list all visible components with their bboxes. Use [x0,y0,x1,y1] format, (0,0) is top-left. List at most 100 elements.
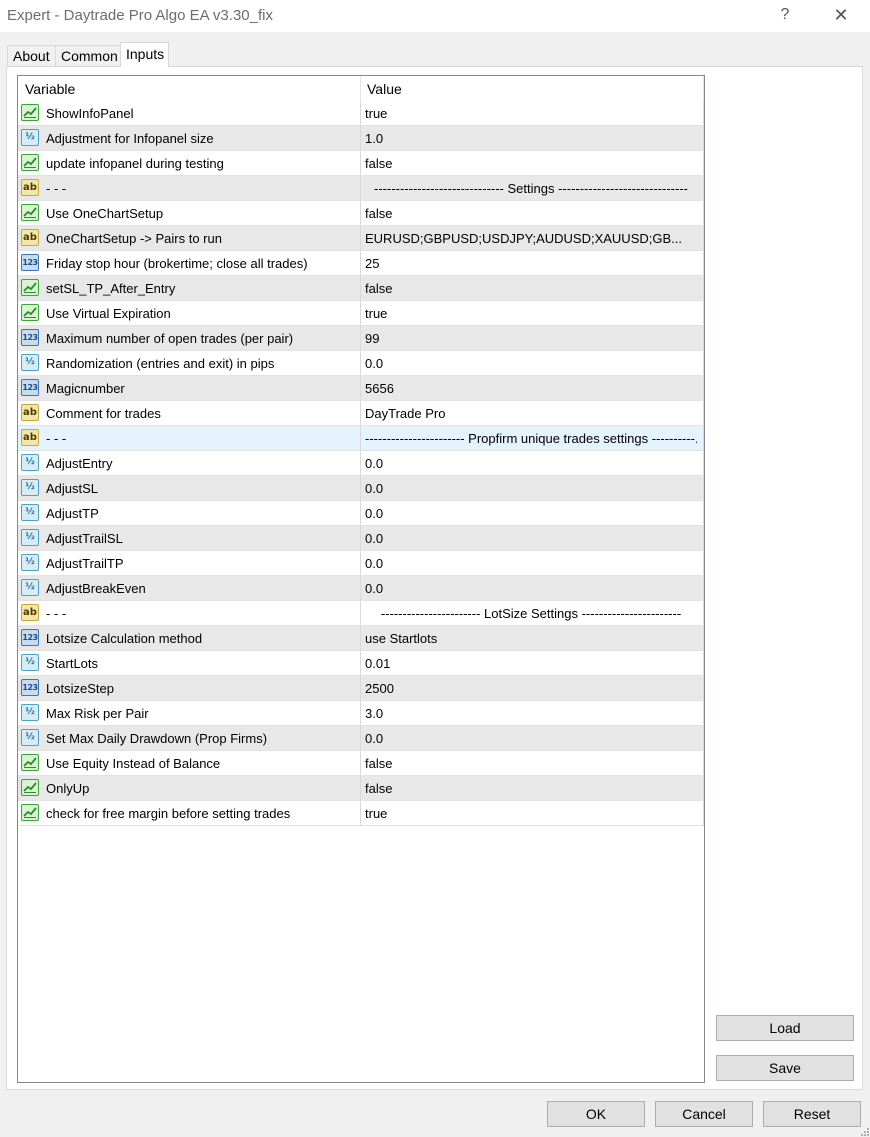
value-cell[interactable]: false [365,756,697,771]
cell-divider [703,226,704,250]
reset-button[interactable]: Reset [763,1101,861,1127]
string-icon: ab [21,429,39,446]
table-row[interactable]: ab Comment for trades DayTrade Pro [18,401,704,426]
column-divider[interactable] [360,76,361,101]
value-cell[interactable]: 0.01 [365,656,697,671]
table-row[interactable]: 123 LotsizeStep 2500 [18,676,704,701]
table-row[interactable]: ½ AdjustTrailTP 0.0 [18,551,704,576]
table-row[interactable]: ab - - - ----------------------- Propfirm … [18,426,704,451]
variable-name: Set Max Daily Drawdown (Prop Firms) [46,731,268,746]
table-row[interactable]: setSL_TP_After_Entry false [18,276,704,301]
table-row[interactable]: ab OneChartSetup -> Pairs to run EURUSD;GB… [18,226,704,251]
value-cell[interactable]: 1.0 [365,131,697,146]
table-row[interactable]: OnlyUp false [18,776,704,801]
load-button[interactable]: Load [716,1015,854,1041]
table-row[interactable]: ½ StartLots 0.01 [18,651,704,676]
value-cell[interactable]: 0.0 [365,356,697,371]
close-button[interactable]: ✕ [818,0,864,32]
variable-name: - - - [46,181,67,196]
table-row[interactable]: ½ AdjustSL 0.0 [18,476,704,501]
cell-divider [703,376,704,400]
table-row[interactable]: ½ AdjustTrailSL 0.0 [18,526,704,551]
variable-name: Friday stop hour (brokertime; close all … [46,256,308,271]
value-cell[interactable]: ----------------------- Propfirm unique … [365,431,697,446]
cell-divider [360,326,361,350]
column-divider[interactable] [703,76,704,101]
table-row[interactable]: ½ Adjustment for Infopanel size 1.0 [18,126,704,151]
variable-name: Magicnumber [46,381,125,396]
value-cell[interactable]: 2500 [365,681,697,696]
tab-about[interactable]: About [7,45,57,67]
table-row[interactable]: update infopanel during testing false [18,151,704,176]
value-cell[interactable]: false [365,781,697,796]
value-cell[interactable]: 3.0 [365,706,697,721]
help-button[interactable]: ? [762,0,808,32]
table-row[interactable]: ab - - - ------------------------------ Se… [18,176,704,201]
variable-name: Use OneChartSetup [46,206,164,221]
table-row[interactable]: Use OneChartSetup false [18,201,704,226]
table-row[interactable]: ½ Max Risk per Pair 3.0 [18,701,704,726]
table-row[interactable]: 123 Friday stop hour (brokertime; close a… [18,251,704,276]
table-row[interactable]: 123 Magicnumber 5656 [18,376,704,401]
value-cell[interactable]: 0.0 [365,581,697,596]
table-row[interactable]: 123 Maximum number of open trades (per pa… [18,326,704,351]
cell-divider [360,501,361,525]
value-cell[interactable]: 0.0 [365,731,697,746]
string-icon: ab [21,229,39,246]
double-icon: ½ [21,129,39,146]
table-row[interactable]: 123 Lotsize Calculation method use Startlo… [18,626,704,651]
value-cell[interactable]: true [365,806,697,821]
value-cell[interactable]: true [365,106,697,121]
value-cell[interactable]: 0.0 [365,481,697,496]
variable-name: Lotsize Calculation method [46,631,203,646]
value-cell[interactable]: 0.0 [365,556,697,571]
value-cell[interactable]: DayTrade Pro [365,406,697,421]
table-row[interactable]: Use Virtual Expiration true [18,301,704,326]
column-header-value[interactable]: Value [367,81,402,97]
table-row[interactable]: ab - - - ----------------------- LotSize S… [18,601,704,626]
value-cell[interactable]: EURUSD;GBPUSD;USDJPY;AUDUSD;XAUUSD;GB... [365,231,697,246]
table-row[interactable]: ½ AdjustEntry 0.0 [18,451,704,476]
close-icon: ✕ [833,5,849,25]
value-cell[interactable]: 0.0 [365,506,697,521]
variable-name: ShowInfoPanel [46,106,134,121]
value-cell[interactable]: ------------------------------ Settings … [365,181,697,196]
cancel-button[interactable]: Cancel [655,1101,753,1127]
cell-divider [360,451,361,475]
cell-divider [703,101,704,125]
resize-grip-icon[interactable] [859,1126,869,1136]
cell-divider [703,751,704,775]
value-cell[interactable]: use Startlots [365,631,697,646]
tab-inputs[interactable]: Inputs [120,42,169,67]
save-button[interactable]: Save [716,1055,854,1081]
value-cell[interactable]: false [365,206,697,221]
double-icon: ½ [21,729,39,746]
cell-divider [360,776,361,800]
table-row[interactable]: ½ Set Max Daily Drawdown (Prop Firms) 0.0 [18,726,704,751]
value-cell[interactable]: false [365,281,697,296]
table-row[interactable]: ½ AdjustTP 0.0 [18,501,704,526]
value-cell[interactable]: false [365,156,697,171]
table-row[interactable]: ½ AdjustBreakEven 0.0 [18,576,704,601]
variable-name: AdjustTP [46,506,99,521]
variable-name: setSL_TP_After_Entry [46,281,176,296]
value-cell[interactable]: 25 [365,256,697,271]
cell-divider [360,376,361,400]
value-cell[interactable]: ----------------------- LotSize Settings… [365,606,697,621]
tab-common[interactable]: Common [55,45,123,67]
variable-name: - - - [46,431,67,446]
value-cell[interactable]: 99 [365,331,697,346]
ok-button[interactable]: OK [547,1101,645,1127]
value-cell[interactable]: true [365,306,697,321]
cell-divider [360,101,361,125]
table-row[interactable]: Use Equity Instead of Balance false [18,751,704,776]
value-cell[interactable]: 0.0 [365,531,697,546]
table-row[interactable]: check for free margin before setting tra… [18,801,704,826]
cell-divider [703,351,704,375]
table-row[interactable]: ½ Randomization (entries and exit) in pip… [18,351,704,376]
cell-divider [703,601,704,625]
table-row[interactable]: ShowInfoPanel true [18,101,704,126]
value-cell[interactable]: 0.0 [365,456,697,471]
value-cell[interactable]: 5656 [365,381,697,396]
column-header-variable[interactable]: Variable [25,81,75,97]
